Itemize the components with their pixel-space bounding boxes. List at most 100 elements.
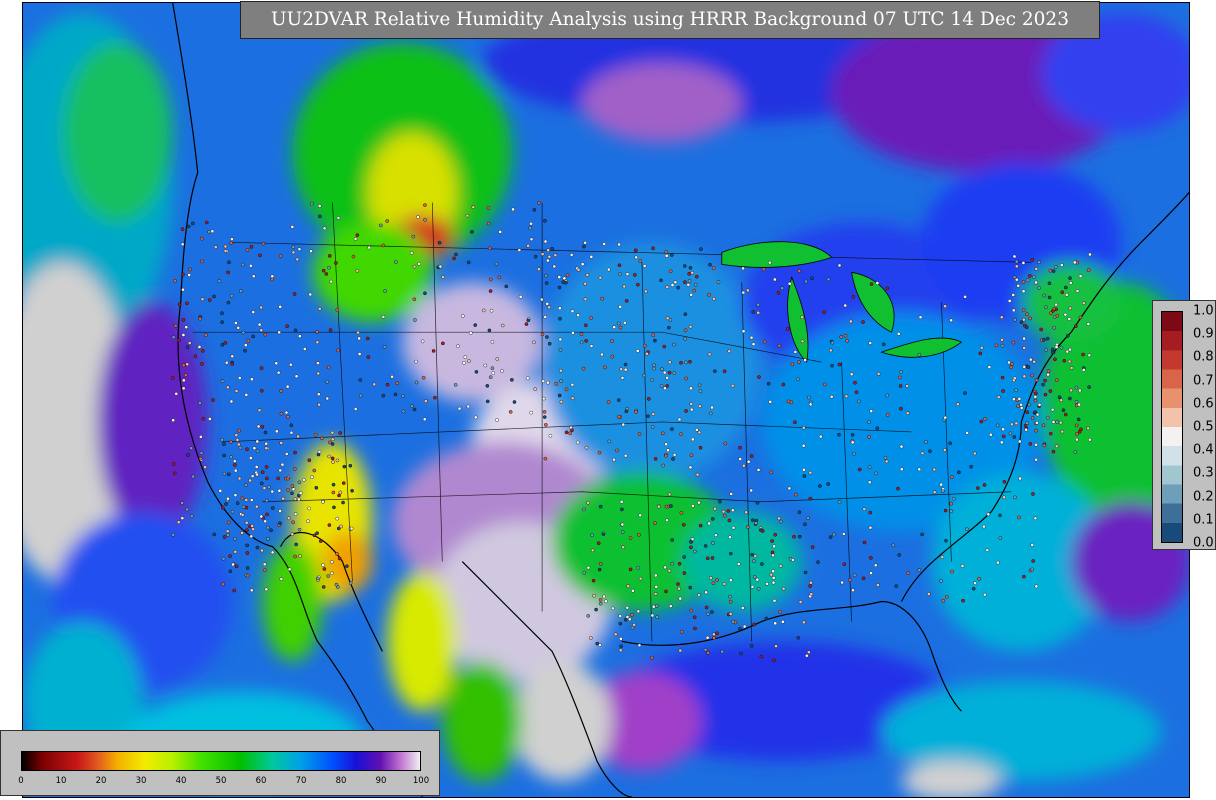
station-dot bbox=[543, 218, 547, 223]
station-dot bbox=[727, 518, 732, 523]
station-dot bbox=[645, 352, 649, 356]
station-dot bbox=[876, 372, 881, 376]
station-dot bbox=[533, 387, 538, 391]
station-dot bbox=[508, 410, 513, 414]
station-dot bbox=[705, 635, 710, 640]
station-dot bbox=[949, 509, 954, 514]
station-dot bbox=[348, 581, 353, 585]
station-dot bbox=[260, 425, 265, 429]
station-dot bbox=[808, 402, 813, 407]
station-dot bbox=[773, 532, 778, 537]
station-dot bbox=[545, 335, 549, 339]
station-dot bbox=[1052, 325, 1056, 330]
station-dot bbox=[1044, 348, 1049, 352]
station-dot bbox=[1001, 427, 1005, 432]
station-dot bbox=[807, 395, 811, 400]
station-dot bbox=[689, 293, 693, 297]
station-dot bbox=[307, 506, 312, 511]
station-dot bbox=[666, 448, 670, 452]
station-dot bbox=[565, 273, 570, 278]
station-dot bbox=[306, 519, 310, 523]
station-dot bbox=[199, 435, 203, 439]
station-dot bbox=[979, 346, 984, 350]
station-dot bbox=[1042, 293, 1047, 298]
station-dot bbox=[956, 402, 960, 406]
station-dot bbox=[318, 214, 322, 219]
station-dot bbox=[583, 281, 587, 286]
station-dot bbox=[829, 348, 833, 353]
station-dot bbox=[1059, 345, 1064, 350]
station-dot bbox=[896, 486, 900, 491]
station-dot bbox=[625, 605, 630, 610]
station-dot bbox=[245, 566, 250, 570]
station-dot bbox=[259, 328, 264, 333]
station-dot bbox=[1037, 286, 1041, 290]
station-dot bbox=[255, 439, 260, 444]
station-dot bbox=[544, 281, 549, 285]
station-dot bbox=[754, 521, 758, 525]
station-dot bbox=[487, 328, 492, 333]
station-dot bbox=[1076, 417, 1081, 422]
station-dot bbox=[581, 366, 586, 371]
station-dot bbox=[414, 380, 419, 385]
station-dot bbox=[584, 445, 589, 450]
station-dot bbox=[500, 323, 505, 328]
station-dot bbox=[787, 281, 792, 286]
station-dot bbox=[1060, 290, 1065, 295]
station-dot bbox=[853, 380, 857, 385]
station-dot bbox=[180, 516, 185, 520]
station-dot bbox=[332, 505, 336, 510]
station-dot bbox=[726, 509, 731, 513]
station-dot bbox=[631, 589, 635, 593]
station-dot bbox=[1034, 267, 1039, 271]
station-dot bbox=[467, 359, 471, 363]
station-dot bbox=[255, 449, 260, 454]
station-dot bbox=[187, 341, 192, 345]
station-dot bbox=[529, 410, 534, 415]
station-dot bbox=[191, 221, 195, 226]
station-dot bbox=[559, 399, 564, 404]
station-dot bbox=[237, 428, 242, 433]
station-dot bbox=[618, 614, 622, 618]
station-dot bbox=[750, 518, 755, 522]
station-dot bbox=[1061, 408, 1066, 412]
station-dot bbox=[597, 450, 602, 455]
station-dot bbox=[869, 409, 874, 413]
station-dot bbox=[261, 241, 266, 246]
station-dot bbox=[1021, 289, 1026, 294]
station-dot bbox=[590, 533, 594, 538]
station-dot bbox=[943, 415, 948, 420]
station-dot bbox=[598, 504, 603, 509]
station-dot bbox=[1081, 352, 1085, 357]
station-dot bbox=[218, 489, 223, 493]
station-dot bbox=[801, 443, 806, 448]
station-dot bbox=[739, 651, 743, 656]
station-dot bbox=[241, 505, 246, 509]
station-dot bbox=[710, 517, 715, 521]
station-dot bbox=[1010, 362, 1014, 366]
station-dot bbox=[252, 446, 257, 450]
station-dot bbox=[657, 504, 661, 509]
station-dot bbox=[547, 254, 552, 259]
station-dot bbox=[983, 417, 987, 421]
station-dot bbox=[1018, 476, 1022, 481]
station-dot bbox=[616, 321, 621, 326]
station-dot bbox=[1074, 385, 1079, 390]
station-dot bbox=[1068, 396, 1072, 401]
station-dot bbox=[774, 644, 778, 648]
station-dot bbox=[818, 484, 822, 488]
station-dot bbox=[728, 535, 732, 539]
station-dot bbox=[1034, 442, 1038, 447]
station-dot bbox=[225, 529, 230, 533]
station-dot bbox=[327, 265, 331, 270]
station-dot bbox=[540, 332, 545, 337]
station-dot bbox=[771, 569, 775, 574]
station-dot bbox=[291, 487, 296, 492]
station-dot bbox=[259, 366, 264, 370]
station-dot bbox=[1001, 389, 1005, 393]
station-dot bbox=[1078, 315, 1083, 320]
station-dot bbox=[620, 530, 625, 534]
station-dot bbox=[684, 360, 688, 365]
station-dot bbox=[203, 465, 207, 469]
station-dot bbox=[324, 272, 329, 276]
